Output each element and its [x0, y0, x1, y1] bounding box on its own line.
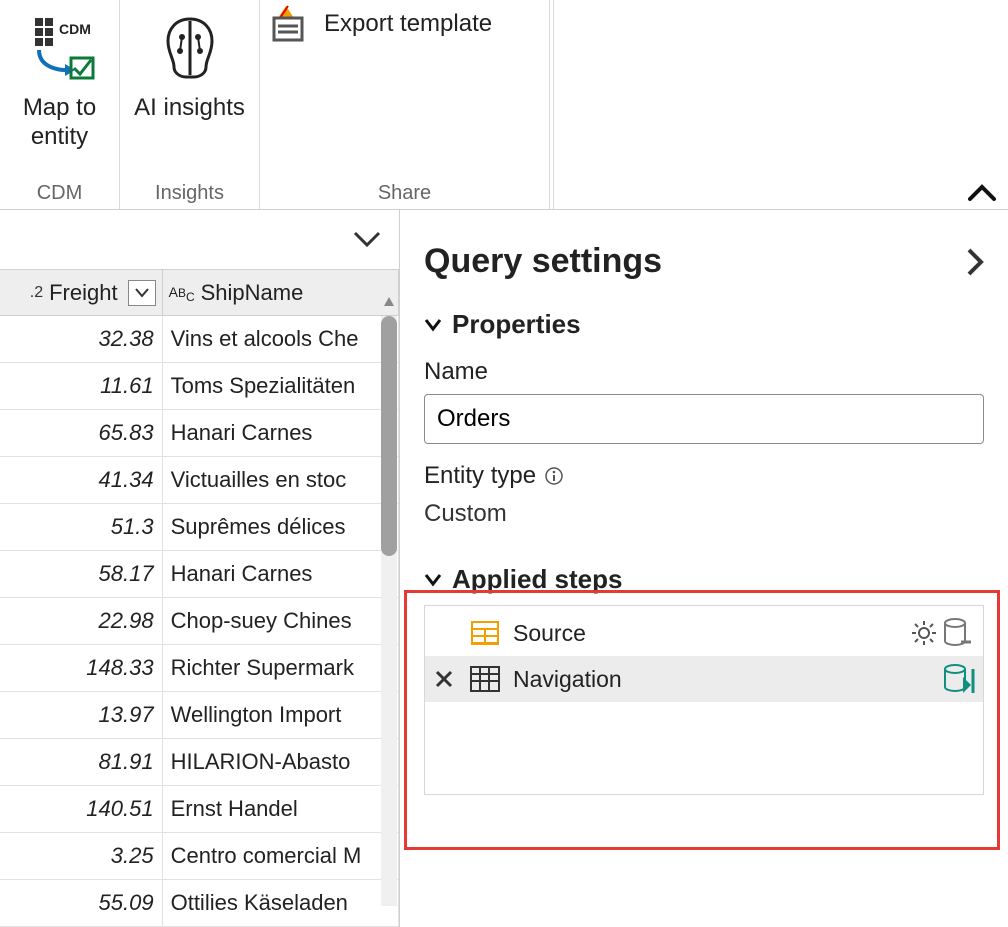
- table-row[interactable]: 3.25Centro comercial M: [0, 833, 399, 880]
- cell-freight: 11.61: [0, 363, 163, 409]
- table-row[interactable]: 55.09Ottilies Käseladen: [0, 880, 399, 927]
- decimal-type-icon: .2: [30, 284, 43, 302]
- formula-bar[interactable]: [0, 210, 399, 270]
- applied-steps-header[interactable]: Applied steps: [424, 564, 984, 595]
- table-row[interactable]: 32.38Vins et alcools Che: [0, 316, 399, 363]
- applied-step[interactable]: Source: [425, 610, 983, 656]
- step-name-label: Navigation: [513, 666, 933, 693]
- cell-shipname: Victuailles en stoc: [163, 457, 399, 503]
- export-template-icon: [268, 4, 308, 44]
- query-name-input[interactable]: [424, 394, 984, 444]
- database-icon: [943, 617, 977, 649]
- entity-type-label: Entity type: [424, 462, 984, 490]
- query-settings-pane: Query settings Properties Name Entity ty…: [400, 210, 1008, 927]
- cell-shipname: Wellington Import: [163, 692, 399, 738]
- column-header-shipname[interactable]: ABC ShipName: [163, 270, 399, 315]
- table-row[interactable]: 41.34Victuailles en stoc: [0, 457, 399, 504]
- ribbon-group-insights: AI insights Insights: [120, 0, 260, 209]
- cell-freight: 13.97: [0, 692, 163, 738]
- table-row[interactable]: 140.51Ernst Handel: [0, 786, 399, 833]
- cell-freight: 148.33: [0, 645, 163, 691]
- applied-steps-header-label: Applied steps: [452, 564, 622, 595]
- info-icon[interactable]: [544, 466, 564, 486]
- export-template-label: Export template: [324, 10, 492, 38]
- cell-shipname: Hanari Carnes: [163, 410, 399, 456]
- table-row[interactable]: 51.3Suprêmes délices: [0, 504, 399, 551]
- cell-shipname: HILARION-Abasto: [163, 739, 399, 785]
- chevron-right-icon[interactable]: [966, 247, 984, 277]
- table-row[interactable]: 81.91HILARION-Abasto: [0, 739, 399, 786]
- entity-type-value: Custom: [424, 500, 984, 528]
- applied-steps-list: Source Navigation: [424, 605, 984, 795]
- ribbon-group-label-cdm: CDM: [0, 182, 119, 205]
- table-row[interactable]: 11.61Toms Spezialitäten: [0, 363, 399, 410]
- vertical-scrollbar[interactable]: [381, 316, 397, 906]
- table-row[interactable]: 13.97Wellington Import: [0, 692, 399, 739]
- step-name-label: Source: [513, 620, 901, 647]
- cell-shipname: Chop-suey Chines: [163, 598, 399, 644]
- content-area: .2 Freight ABC ShipName 32.38Vins et alc…: [0, 210, 1008, 927]
- applied-step[interactable]: Navigation: [425, 656, 983, 702]
- table-grey-icon: [467, 666, 503, 692]
- ribbon-divider: [550, 0, 554, 209]
- cell-shipname: Vins et alcools Che: [163, 316, 399, 362]
- gear-icon[interactable]: [911, 620, 937, 646]
- cell-freight: 3.25: [0, 833, 163, 879]
- table-row[interactable]: 65.83Hanari Carnes: [0, 410, 399, 457]
- chevron-down-icon: [424, 573, 442, 587]
- cell-shipname: Ottilies Käseladen: [163, 880, 399, 926]
- ai-insights-label: AI insights: [134, 94, 245, 123]
- table-orange-icon: [467, 620, 503, 646]
- properties-section-header[interactable]: Properties: [424, 309, 984, 340]
- cell-freight: 32.38: [0, 316, 163, 362]
- cell-freight: 65.83: [0, 410, 163, 456]
- scroll-up-arrow-icon[interactable]: [383, 296, 395, 308]
- brain-icon: [154, 6, 226, 88]
- cell-shipname: Suprêmes délices: [163, 504, 399, 550]
- column-filter-freight[interactable]: [128, 280, 156, 306]
- ribbon-group-cdm: CDM Map to entity CDM: [0, 0, 120, 209]
- cell-freight: 22.98: [0, 598, 163, 644]
- query-settings-title: Query settings: [424, 242, 662, 281]
- table-row[interactable]: 22.98Chop-suey Chines: [0, 598, 399, 645]
- table-row[interactable]: 148.33Richter Supermark: [0, 645, 399, 692]
- text-type-icon: ABC: [169, 284, 195, 304]
- cell-shipname: Hanari Carnes: [163, 551, 399, 597]
- scrollbar-thumb[interactable]: [381, 316, 397, 556]
- svg-text:CDM: CDM: [59, 21, 91, 37]
- delete-step-icon[interactable]: [434, 669, 454, 689]
- cell-freight: 140.51: [0, 786, 163, 832]
- ribbon-group-share: Export template Share: [260, 0, 550, 209]
- column-header-freight[interactable]: .2 Freight: [0, 270, 163, 315]
- map-to-entity-button[interactable]: CDM Map to entity: [0, 0, 119, 152]
- table-header-row: .2 Freight ABC ShipName: [0, 270, 399, 316]
- cell-freight: 58.17: [0, 551, 163, 597]
- map-to-entity-label: Map to entity: [12, 94, 107, 152]
- column-header-shipname-label: ShipName: [201, 280, 304, 306]
- cell-shipname: Ernst Handel: [163, 786, 399, 832]
- cell-freight: 55.09: [0, 880, 163, 926]
- cell-shipname: Centro comercial M: [163, 833, 399, 879]
- cell-freight: 51.3: [0, 504, 163, 550]
- chevron-down-icon: [424, 318, 442, 332]
- name-label: Name: [424, 358, 984, 386]
- data-preview-pane: .2 Freight ABC ShipName 32.38Vins et alc…: [0, 210, 400, 927]
- table-row[interactable]: 58.17Hanari Carnes: [0, 551, 399, 598]
- cell-shipname: Toms Spezialitäten: [163, 363, 399, 409]
- ribbon: CDM Map to entity CDM: [0, 0, 1008, 210]
- table-body: 32.38Vins et alcools Che11.61Toms Spezia…: [0, 316, 399, 927]
- ribbon-group-label-share: Share: [260, 182, 549, 205]
- chevron-down-icon[interactable]: [353, 231, 381, 249]
- cell-shipname: Richter Supermark: [163, 645, 399, 691]
- ribbon-group-label-insights: Insights: [120, 182, 259, 205]
- cell-freight: 41.34: [0, 457, 163, 503]
- cell-freight: 81.91: [0, 739, 163, 785]
- cdm-icon: CDM: [25, 6, 95, 88]
- database-icon: [943, 663, 977, 695]
- properties-header-label: Properties: [452, 309, 581, 340]
- column-header-freight-label: Freight: [49, 280, 117, 306]
- export-template-button[interactable]: Export template: [268, 4, 492, 44]
- collapse-ribbon-button[interactable]: [968, 183, 996, 201]
- ai-insights-button[interactable]: AI insights: [122, 0, 257, 123]
